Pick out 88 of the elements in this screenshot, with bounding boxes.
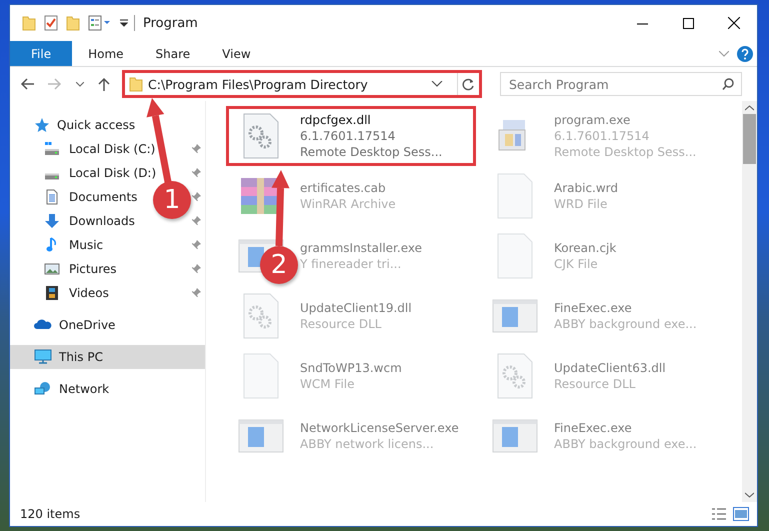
scrollbar[interactable] xyxy=(742,101,757,502)
file-name: FineExec.exe xyxy=(554,300,633,316)
sidebar-item[interactable]: This PC xyxy=(59,350,103,364)
file-detail: Resource DLL xyxy=(554,376,636,392)
application-icon xyxy=(492,419,538,453)
file-detail: WRD File xyxy=(554,196,608,212)
gear-file-icon xyxy=(243,293,279,339)
pin-icon[interactable] xyxy=(191,144,201,154)
sidebar-item[interactable]: Local Disk (D:) xyxy=(69,166,156,180)
file-detail: Resource DLL xyxy=(300,316,382,332)
back-arrow-icon[interactable] xyxy=(20,78,34,90)
checklist-icon[interactable] xyxy=(44,15,58,31)
tiles-view-icon[interactable] xyxy=(733,507,749,521)
file-detail: ABBY network licens... xyxy=(300,436,435,452)
blank-file-icon xyxy=(497,233,533,279)
close-icon[interactable] xyxy=(728,17,740,29)
search-field[interactable]: Search Program xyxy=(500,72,742,96)
application-icon xyxy=(238,419,284,453)
pin-icon[interactable] xyxy=(191,168,201,178)
sidebar-item[interactable]: Quick access xyxy=(57,118,136,132)
blank-file-icon xyxy=(497,173,533,219)
file-name: UpdateClient19.dll xyxy=(300,300,412,316)
search-icon[interactable] xyxy=(722,78,734,90)
help-icon[interactable] xyxy=(737,46,753,62)
file-detail: WCM File xyxy=(300,376,356,392)
sidebar-item[interactable]: Downloads xyxy=(69,214,135,228)
file-name: NetworkLicenseServer.exe xyxy=(300,420,459,436)
file-detail: 6.1.7601.17514 xyxy=(300,128,396,144)
scroll-up-icon[interactable] xyxy=(745,105,754,111)
sidebar-item[interactable]: Videos xyxy=(69,286,109,300)
sidebar-item[interactable]: Music xyxy=(69,238,104,252)
star-icon xyxy=(34,117,50,133)
pin-icon[interactable] xyxy=(191,288,201,298)
network-icon xyxy=(34,381,52,397)
pin-icon[interactable] xyxy=(191,216,201,226)
monitor-icon xyxy=(34,349,52,365)
sidebar-item[interactable]: Network xyxy=(59,382,110,396)
sidebar-item[interactable]: Documents xyxy=(69,190,138,204)
download-icon xyxy=(44,213,60,229)
scroll-thumb[interactable] xyxy=(743,114,756,164)
file-detail: Y finereader tri... xyxy=(300,256,402,272)
file-detail: ABBY background exe... xyxy=(554,316,697,332)
file-detail: CJK File xyxy=(554,256,599,272)
file-detail: Remote Desktop Sess... xyxy=(554,144,696,160)
up-arrow-icon[interactable] xyxy=(98,77,110,91)
pin-icon[interactable] xyxy=(191,240,201,250)
film-icon xyxy=(44,285,60,301)
properties-icon[interactable] xyxy=(88,15,112,31)
scroll-down-icon[interactable] xyxy=(745,492,754,498)
file-name: Arabic.wrd xyxy=(554,180,618,196)
blank-file-icon xyxy=(243,353,279,399)
drive-icon xyxy=(44,172,60,180)
document-icon xyxy=(44,189,60,205)
window-title: Program xyxy=(143,16,198,30)
folder-icon xyxy=(129,76,143,92)
file-name: Korean.cjk xyxy=(554,240,616,256)
pin-icon[interactable] xyxy=(191,192,201,202)
file-name: FineExec.exe xyxy=(554,420,633,436)
chevron-down-icon[interactable] xyxy=(76,82,84,86)
file-name: SndToWP13.wcm xyxy=(300,360,402,376)
file-name: grammsInstaller.exe xyxy=(300,240,422,256)
dropdown-caret-icon[interactable] xyxy=(120,19,128,27)
gear-file-icon xyxy=(243,113,279,159)
ribbon-tab[interactable]: View xyxy=(206,41,267,66)
ribbon-tab[interactable]: Share xyxy=(140,41,206,66)
file-detail: ABBY background exe... xyxy=(554,436,697,452)
item-count: 120 items xyxy=(20,507,80,521)
sidebar-item[interactable]: OneDrive xyxy=(59,318,116,332)
sidebar-item[interactable]: Local Disk (C:) xyxy=(69,142,156,156)
picture-icon xyxy=(44,261,60,277)
file-name: ertificates.cab xyxy=(300,180,387,196)
maximize-icon[interactable] xyxy=(682,18,694,28)
details-view-icon[interactable] xyxy=(711,507,727,521)
gear-file-icon xyxy=(497,353,533,399)
file-name: UpdateClient63.dll xyxy=(554,360,666,376)
sidebar-item[interactable]: Pictures xyxy=(69,262,117,276)
file-detail: 6.1.7601.17514 xyxy=(554,128,650,144)
file-name: rdpcfgex.dll xyxy=(300,112,372,128)
ribbon-tab[interactable]: File xyxy=(10,41,72,66)
drive-icon xyxy=(44,142,60,156)
pin-icon[interactable] xyxy=(191,264,201,274)
refresh-icon[interactable] xyxy=(462,78,475,90)
file-detail: Remote Desktop Sess... xyxy=(300,144,442,160)
ribbon-tab[interactable]: Home xyxy=(72,41,140,66)
address-bar[interactable]: C:\Program Files\Program Directory xyxy=(122,70,482,98)
file-detail: WinRAR Archive xyxy=(300,196,396,212)
application-icon xyxy=(492,299,538,333)
file-name: program.exe xyxy=(554,112,632,128)
